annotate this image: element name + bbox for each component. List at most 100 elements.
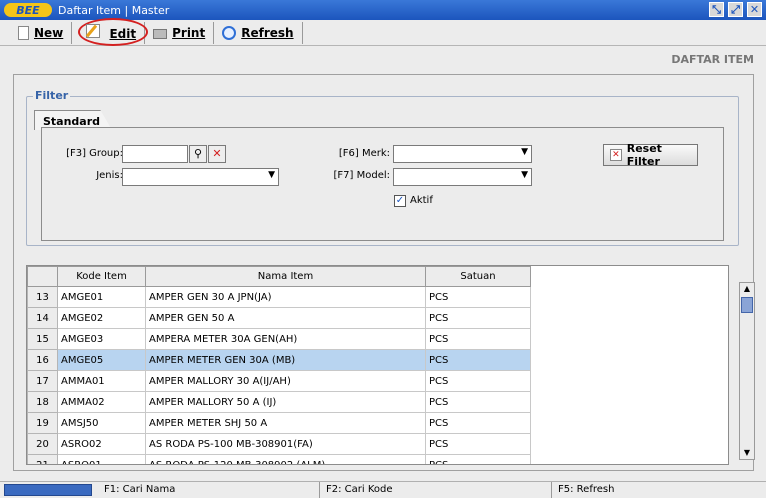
jenis-select[interactable]: ▼ [122, 168, 279, 186]
cell-kode[interactable]: AMSJ50 [57, 412, 146, 434]
cell-kode[interactable]: AMGE05 [57, 349, 146, 371]
cell-satuan[interactable]: PCS [425, 328, 531, 350]
cell-kode[interactable]: ASRO01 [57, 454, 146, 464]
scroll-thumb[interactable] [741, 297, 753, 313]
row-number: 18 [27, 391, 58, 413]
clear-icon[interactable]: ✕ [208, 145, 226, 163]
status-f5: F5: Refresh [558, 484, 615, 495]
col-satuan[interactable]: Satuan [425, 266, 531, 287]
table-header-row: Kode Item Nama Item Satuan [27, 266, 531, 287]
col-rownum [27, 266, 58, 287]
group-input[interactable] [122, 145, 188, 163]
shrink-icon[interactable]: ⤡ [709, 2, 724, 17]
row-number: 21 [27, 454, 58, 464]
cell-kode[interactable]: AMMA01 [57, 370, 146, 392]
status-f2: F2: Cari Kode [320, 482, 552, 498]
cell-nama[interactable]: AMPER MALLORY 50 A (IJ) [145, 391, 426, 413]
table-row[interactable]: 17 AMMA01 AMPER MALLORY 30 A(IJ/AH) PCS [27, 370, 531, 392]
table-row[interactable]: 13 AMGE01 AMPER GEN 30 A JPN(JA) PCS [27, 286, 531, 308]
printer-icon [153, 28, 168, 39]
cell-kode[interactable]: AMGE02 [57, 307, 146, 329]
model-select[interactable]: ▼ [393, 168, 532, 186]
filter-tab-body: [F3] Group: ⚲ ✕ Jenis: ▼ [F6] Merk: ▼ [F… [41, 127, 724, 241]
row-number: 13 [27, 286, 58, 308]
item-grid: Kode Item Nama Item Satuan 13 AMGE01 AMPER… [26, 265, 729, 465]
col-nama-item[interactable]: Nama Item [145, 266, 426, 287]
chevron-down-icon: ▼ [521, 170, 528, 180]
table-row[interactable]: 18 AMMA02 AMPER MALLORY 50 A (IJ) PCS [27, 391, 531, 413]
row-number: 17 [27, 370, 58, 392]
cell-nama[interactable]: AMPER MALLORY 30 A(IJ/AH) [145, 370, 426, 392]
table-row[interactable]: 21 ASRO01 AS RODA PS-120 MB-308902 (ALM) PC… [27, 454, 531, 464]
scroll-up-icon[interactable]: ▲ [740, 283, 754, 295]
cell-nama[interactable]: AMPER GEN 30 A JPN(JA) [145, 286, 426, 308]
cell-satuan[interactable]: PCS [425, 433, 531, 455]
cell-satuan[interactable]: PCS [425, 349, 531, 371]
pencil-icon [86, 24, 101, 38]
edit-button-content: Edit [78, 18, 149, 46]
filter-legend: Filter [33, 89, 71, 102]
aktif-label: Aktif [410, 195, 433, 206]
jenis-label: Jenis: [96, 170, 123, 181]
restore-icon[interactable]: ⤢ [728, 2, 743, 17]
refresh-icon [222, 25, 237, 40]
edit-button[interactable]: Edit [72, 18, 149, 46]
cell-kode[interactable]: AMGE01 [57, 286, 146, 308]
print-button[interactable]: Print [145, 21, 215, 44]
col-kode-item[interactable]: Kode Item [57, 266, 146, 287]
toolbar: New Edit Print Refresh [0, 18, 766, 46]
main-panel: Filter Standard [F3] Group: ⚲ ✕ Jenis: ▼… [13, 74, 755, 471]
reset-filter-label: Reset Filter [626, 142, 662, 168]
row-number: 20 [27, 433, 58, 455]
cell-satuan[interactable]: PCS [425, 307, 531, 329]
chevron-down-icon: ▼ [268, 170, 275, 180]
refresh-button[interactable]: Refresh [214, 21, 303, 44]
cell-kode[interactable]: AMGE03 [57, 328, 146, 350]
bee-logo: BEE [4, 3, 52, 17]
page-title: DAFTAR ITEM [671, 53, 754, 66]
search-icon[interactable]: ⚲ [189, 145, 207, 163]
cell-nama[interactable]: AMPER METER SHJ 50 A [145, 412, 426, 434]
reset-filter-button[interactable]: ✕ Reset Filter [603, 142, 698, 168]
status-bar: F1: Cari Nama F2: Cari Kode F5: Refresh [0, 481, 766, 498]
row-number: 19 [27, 412, 58, 434]
row-number: 15 [27, 328, 58, 350]
row-number: 16 [27, 349, 58, 371]
cell-nama[interactable]: AMPER METER GEN 30A (MB) [145, 349, 426, 371]
table-row[interactable]: 16 AMGE05 AMPER METER GEN 30A (MB) PCS [27, 349, 531, 371]
vertical-scrollbar[interactable]: ▲ ▼ [739, 282, 755, 460]
refresh-button-label: Refresh [241, 25, 294, 40]
row-number: 14 [27, 307, 58, 329]
cell-satuan[interactable]: PCS [425, 286, 531, 308]
cell-satuan[interactable]: PCS [425, 391, 531, 413]
close-icon[interactable]: ✕ [747, 2, 762, 17]
cell-nama[interactable]: AS RODA PS-120 MB-308902 (ALM) [145, 454, 426, 464]
chevron-down-icon: ▼ [521, 147, 528, 157]
table-row[interactable]: 15 AMGE03 AMPERA METER 30A GEN(AH) PCS [27, 328, 531, 350]
group-label: [F3] Group: [66, 148, 123, 159]
aktif-checkbox[interactable]: ✓ [394, 195, 406, 207]
window-controls: ⤡ ⤢ ✕ [709, 2, 762, 17]
scroll-down-icon[interactable]: ▼ [740, 447, 754, 459]
table-row[interactable]: 20 ASRO02 AS RODA PS-100 MB-308901(FA) PCS [27, 433, 531, 455]
cell-nama[interactable]: AMPERA METER 30A GEN(AH) [145, 328, 426, 350]
cell-kode[interactable]: ASRO02 [57, 433, 146, 455]
new-button[interactable]: New [0, 21, 73, 44]
table-row[interactable]: 19 AMSJ50 AMPER METER SHJ 50 A PCS [27, 412, 531, 434]
new-button-label: New [34, 25, 64, 40]
cell-satuan[interactable]: PCS [425, 370, 531, 392]
cell-satuan[interactable]: PCS [425, 412, 531, 434]
table-row[interactable]: 14 AMGE02 AMPER GEN 50 A PCS [27, 307, 531, 329]
cell-kode[interactable]: AMMA02 [57, 391, 146, 413]
model-label: [F7] Model: [333, 170, 391, 181]
window-title: Daftar Item | Master [58, 3, 170, 17]
merk-label: [F6] Merk: [338, 148, 390, 159]
new-document-icon [18, 25, 29, 40]
merk-select[interactable]: ▼ [393, 145, 532, 163]
cell-nama[interactable]: AS RODA PS-100 MB-308901(FA) [145, 433, 426, 455]
print-button-label: Print [172, 25, 206, 40]
cell-nama[interactable]: AMPER GEN 50 A [145, 307, 426, 329]
status-progress [4, 484, 92, 496]
reset-icon: ✕ [610, 149, 622, 161]
cell-satuan[interactable]: PCS [425, 454, 531, 464]
